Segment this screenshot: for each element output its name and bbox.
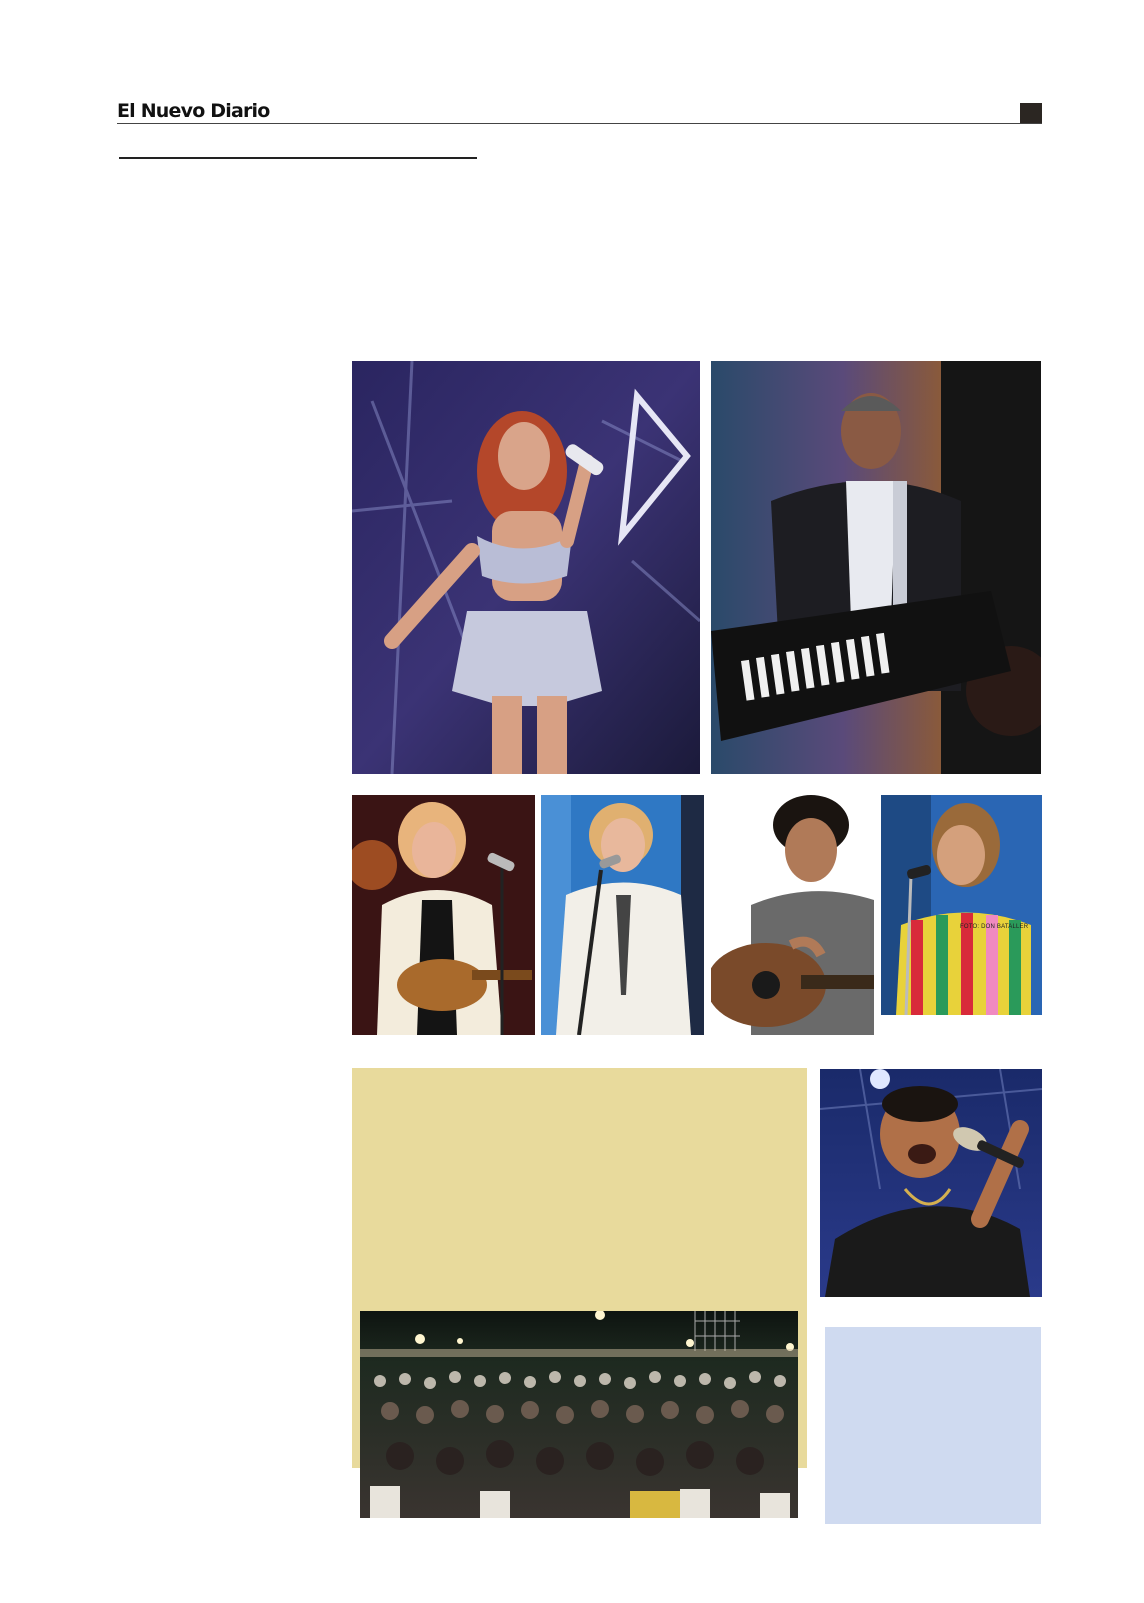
- photo-male-singer-black-shirt: [820, 1069, 1042, 1297]
- section-rule: [119, 157, 477, 159]
- photo-woman-ukulele: [352, 795, 535, 1035]
- photo-woman-singer-microphone: [541, 795, 704, 1035]
- photo-young-guitarist: [711, 795, 874, 1035]
- page-number-square: [1020, 103, 1042, 123]
- masthead: El Nuevo Diario: [117, 100, 270, 122]
- header-rule: [117, 123, 1042, 124]
- photo-crowd-audience: [360, 1311, 798, 1518]
- photo-young-woman-singer: [881, 795, 1042, 1015]
- photo-keytar-player: [711, 361, 1041, 774]
- photo-credit: FOTO: DON BATALLER: [960, 924, 1029, 930]
- blue-text-box: [825, 1327, 1041, 1524]
- photo-singer-female-sequins: [352, 361, 700, 774]
